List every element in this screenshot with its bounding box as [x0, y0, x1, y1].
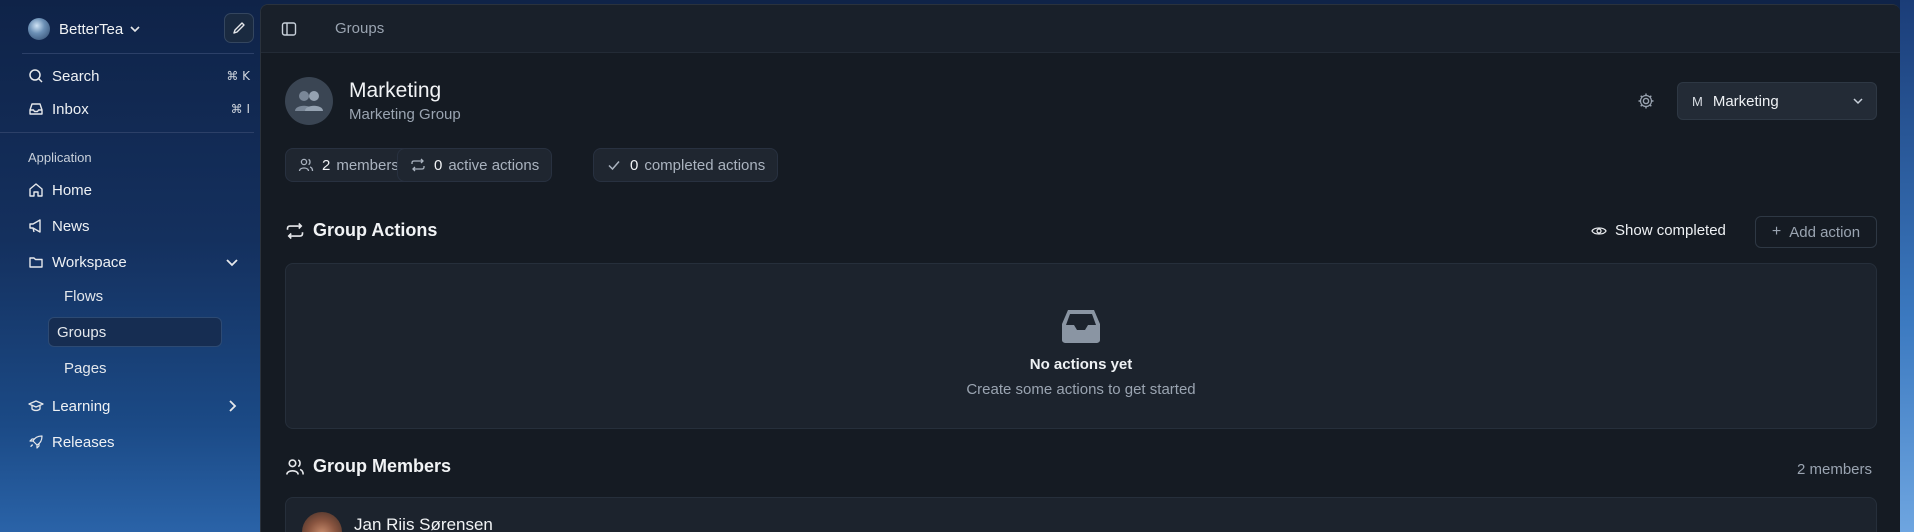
subitem-label: Groups	[57, 323, 107, 341]
chevron-down-icon	[1853, 98, 1863, 105]
sidebar-item-label: News	[52, 217, 90, 235]
divider	[22, 53, 254, 54]
sidebar-item-news[interactable]: News	[28, 214, 250, 238]
sidebar-item-label: Workspace	[52, 253, 127, 271]
home-icon	[29, 183, 43, 197]
stat-completed-actions: 0 completed actions	[593, 148, 779, 182]
subitem-label: Pages	[64, 359, 107, 377]
empty-state-subtitle: Create some actions to get started	[966, 381, 1196, 398]
stat-label: members	[336, 156, 399, 174]
stat-count: 0	[434, 156, 443, 174]
sidebar: BetterTea Search ⌘ K Inbox ⌘ I Applicati…	[0, 0, 260, 532]
pencil-icon	[233, 22, 245, 34]
section-title-text: Group Actions	[313, 220, 438, 240]
check-icon	[608, 161, 620, 171]
search-item[interactable]: Search ⌘ K	[28, 64, 250, 88]
main-panel: Groups Marketing Marketing Group M Marke…	[260, 4, 1900, 532]
inbox-label: Inbox	[52, 100, 89, 118]
list-item[interactable]: Jan Riis Sørensen	[285, 497, 1877, 532]
member-count: 2 members	[1797, 461, 1873, 478]
workspace-logo	[28, 18, 50, 40]
add-action-label: Add action	[1789, 223, 1861, 241]
sidebar-item-label: Releases	[52, 433, 115, 451]
section-title-actions: Group Actions	[285, 220, 437, 241]
subitem-label: Flows	[64, 287, 104, 305]
breadcrumb[interactable]: Groups	[335, 20, 384, 37]
inbox-item[interactable]: Inbox ⌘ I	[28, 97, 250, 121]
users-icon	[298, 158, 314, 172]
sidebar-toggle-icon[interactable]	[281, 21, 297, 37]
tray-icon	[1062, 310, 1100, 343]
eye-icon	[1591, 226, 1607, 235]
stat-label: completed actions	[644, 156, 766, 174]
stat-members: 2 members	[285, 148, 412, 182]
page-subtitle: Marketing Group	[349, 106, 461, 123]
search-icon	[29, 69, 43, 83]
search-shortcut: ⌘ K	[226, 69, 250, 83]
sidebar-item-learning[interactable]: Learning	[28, 394, 250, 418]
group-avatar	[285, 77, 333, 125]
member-name: Jan Riis Sørensen	[354, 515, 493, 532]
group-selector-value: Marketing	[1712, 92, 1779, 110]
inbox-icon	[29, 103, 43, 115]
avatar	[302, 512, 342, 532]
sidebar-item-label: Learning	[52, 397, 111, 415]
sidebar-subitem-flows[interactable]: Flows	[55, 281, 229, 311]
top-bar: Groups	[261, 5, 1900, 53]
sidebar-item-workspace[interactable]: Workspace	[28, 250, 250, 274]
plus-icon: +	[1771, 223, 1782, 240]
section-title-text: Group Members	[313, 456, 452, 476]
workspace-name: BetterTea	[59, 20, 124, 38]
workspace-switcher[interactable]: BetterTea	[28, 13, 254, 43]
add-action-button[interactable]: + Add action	[1755, 216, 1877, 248]
inbox-shortcut: ⌘ I	[230, 102, 250, 116]
section-title-members: Group Members	[285, 456, 451, 477]
gear-icon[interactable]	[1637, 92, 1655, 110]
page-title: Marketing	[349, 79, 442, 102]
empty-state-title: No actions yet	[1029, 356, 1133, 373]
new-page-button[interactable]	[224, 13, 254, 43]
chevron-down-icon[interactable]	[224, 254, 240, 270]
show-completed-button[interactable]: Show completed	[1591, 222, 1726, 239]
users-icon	[295, 91, 323, 111]
stat-count: 2	[322, 156, 331, 174]
sidebar-subitem-pages[interactable]: Pages	[55, 353, 229, 383]
group-badge: M	[1692, 93, 1703, 109]
users-icon	[286, 458, 304, 475]
repeat-icon	[411, 158, 425, 172]
actions-empty-state: No actions yet Create some actions to ge…	[285, 263, 1877, 429]
sidebar-item-label: Home	[52, 181, 93, 199]
search-label: Search	[52, 67, 100, 85]
chevron-down-icon	[130, 26, 140, 33]
section-label-application: Application	[28, 150, 92, 165]
stat-label: active actions	[448, 156, 540, 174]
show-completed-label: Show completed	[1615, 222, 1726, 239]
stat-active-actions: 0 active actions	[397, 148, 553, 182]
rocket-icon	[29, 435, 43, 449]
repeat-icon	[286, 222, 304, 239]
divider	[0, 132, 254, 133]
sidebar-item-home[interactable]: Home	[28, 178, 250, 202]
graduation-cap-icon	[28, 400, 44, 412]
wallpaper-edge	[1900, 0, 1914, 532]
chevron-right-icon[interactable]	[224, 398, 240, 414]
stat-count: 0	[630, 156, 639, 174]
folder-icon	[29, 257, 43, 268]
sidebar-subitem-groups[interactable]: Groups	[48, 317, 222, 347]
megaphone-icon	[29, 219, 41, 233]
sidebar-item-releases[interactable]: Releases	[28, 430, 250, 454]
group-selector[interactable]: M Marketing	[1677, 82, 1877, 120]
